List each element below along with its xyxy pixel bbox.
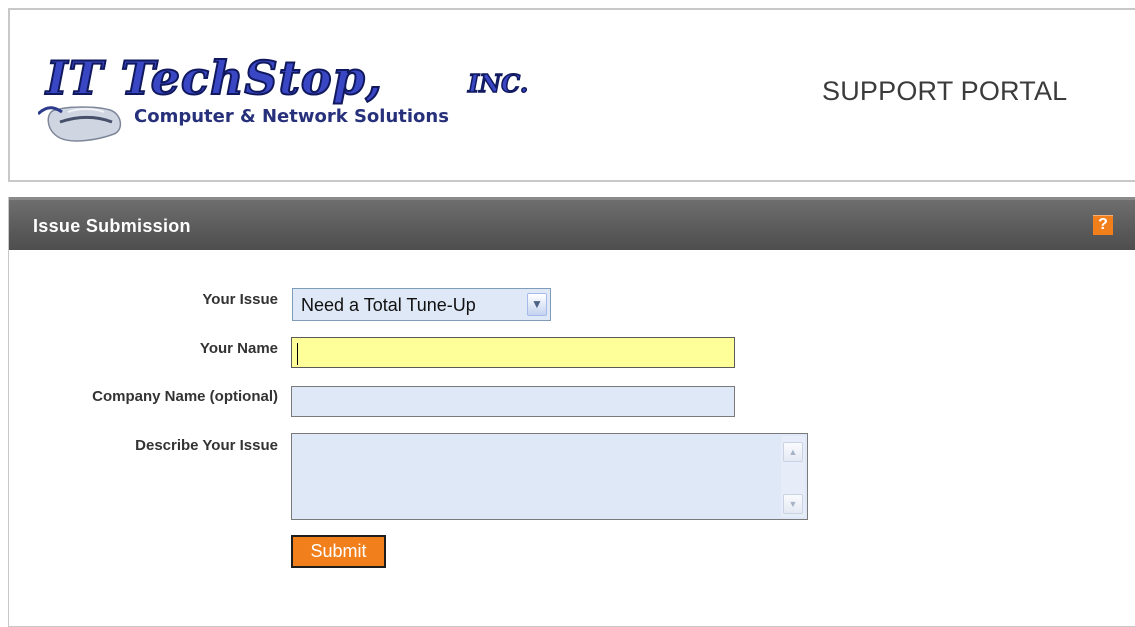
name-label: Your Name [199,340,278,357]
company-logo: IT TechStop, INC. Computer & Network Sol… [38,50,529,142]
help-button[interactable]: ? [1093,215,1113,235]
svg-text:Computer & Network Solutions: Computer & Network Solutions [134,106,449,127]
site-header: IT TechStop, INC. Computer & Network Sol… [8,8,1135,182]
textarea-scrollbar[interactable]: ▲ ▼ [781,436,805,517]
submit-button[interactable]: Submit [291,535,386,568]
company-field[interactable] [291,386,735,417]
svg-text:IT TechStop,: IT TechStop, [44,51,383,105]
portal-title: SUPPORT PORTAL [822,76,1068,106]
company-label: Company Name (optional) [92,388,278,405]
panel-header: Issue Submission ? [9,197,1135,250]
chevron-down-icon[interactable]: ▼ [527,293,547,316]
issue-selected-value: Need a Total Tune-Up [301,295,476,315]
computer-mouse-icon [38,106,122,142]
name-field[interactable] [291,337,735,368]
issue-label: Your Issue [202,291,278,308]
issue-select[interactable]: Need a Total Tune-Up ▼ [292,288,551,321]
describe-textarea[interactable]: ▲ ▼ [291,433,808,520]
describe-label: Describe Your Issue [135,437,278,454]
scroll-down-arrow-icon[interactable]: ▼ [783,494,803,514]
text-caret [297,343,298,365]
question-mark-icon: ? [1098,216,1108,233]
scroll-up-arrow-icon[interactable]: ▲ [783,442,803,462]
panel-title: Issue Submission [33,216,191,236]
svg-text:INC.: INC. [467,69,528,98]
